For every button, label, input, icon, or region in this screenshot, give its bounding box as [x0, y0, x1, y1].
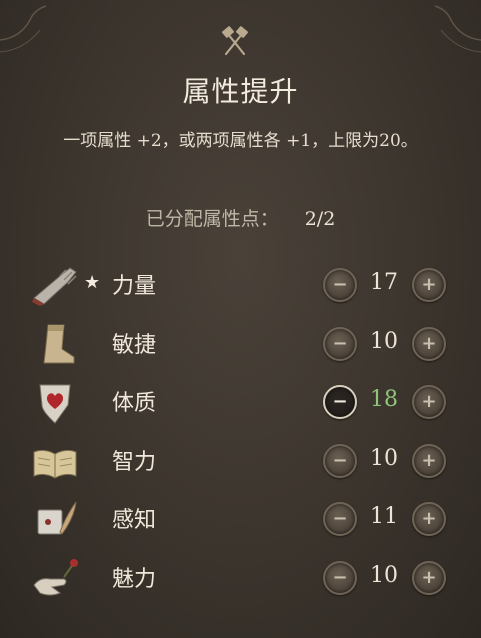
hand-flower-icon	[33, 558, 78, 595]
attribute-name: 敏捷	[112, 332, 157, 358]
heart-shield-icon	[39, 384, 71, 424]
decrease-constitution-button[interactable]: −	[323, 385, 357, 419]
attribute-value: 17	[370, 270, 398, 295]
increase-charisma-button[interactable]: +	[412, 560, 446, 595]
attribute-value: 18	[370, 387, 398, 412]
corner-ornament-right	[434, 5, 481, 53]
attribute-row-strength: ★ 力量 − 17 +	[0, 256, 481, 315]
attribute-name: 魅力	[112, 566, 157, 592]
open-book-icon	[33, 449, 77, 479]
attribute-name: 感知	[112, 508, 157, 533]
increase-constitution-button[interactable]: +	[412, 385, 446, 419]
attribute-list: ★ 力量 − 17 + 敏捷 − 10 + 体质 − 18 + 智力 − 10	[0, 256, 481, 607]
attribute-name: 智力	[112, 449, 157, 475]
attribute-row-intelligence: 智力 − 10 +	[0, 432, 481, 491]
crossed-hammers-icon	[222, 26, 248, 56]
attribute-name: 力量	[112, 274, 157, 299]
starred-icon: ★	[84, 272, 101, 293]
attribute-row-charisma: 魅力 − 10 +	[0, 549, 481, 608]
attribute-name: 体质	[112, 391, 157, 416]
decrease-wisdom-button[interactable]: −	[323, 502, 357, 536]
boot-icon	[43, 324, 75, 363]
decrease-intelligence-button[interactable]: −	[323, 443, 357, 478]
attribute-value: 10	[370, 562, 398, 588]
decrease-charisma-button[interactable]: −	[323, 560, 357, 595]
allocated-points-value: 2/2	[304, 208, 336, 230]
attribute-row-constitution: 体质 − 18 +	[0, 373, 481, 432]
feather-scroll-icon	[37, 501, 77, 535]
attribute-row-dexterity: 敏捷 − 10 +	[0, 315, 481, 374]
attribute-value: 10	[370, 445, 398, 471]
increase-strength-button[interactable]: +	[412, 268, 446, 302]
increase-intelligence-button[interactable]: +	[412, 443, 446, 478]
attribute-value: 11	[370, 504, 398, 529]
increase-dexterity-button[interactable]: +	[412, 326, 446, 361]
allocated-points-label: 已分配属性点：	[145, 208, 279, 230]
increase-wisdom-button[interactable]: +	[412, 502, 446, 536]
gauntlet-icon	[32, 267, 77, 306]
attribute-value: 10	[370, 328, 398, 354]
page-title: 属性提升	[182, 75, 299, 108]
attribute-row-wisdom: 感知 − 11 +	[0, 490, 481, 549]
allocated-points: 已分配属性点： 2/2	[0, 204, 481, 231]
decrease-dexterity-button[interactable]: −	[323, 326, 357, 361]
decrease-strength-button[interactable]: −	[323, 268, 357, 302]
description-text: 一项属性 +2，或两项属性各 +1，上限为20。	[63, 131, 418, 151]
corner-ornament-left	[0, 5, 47, 53]
